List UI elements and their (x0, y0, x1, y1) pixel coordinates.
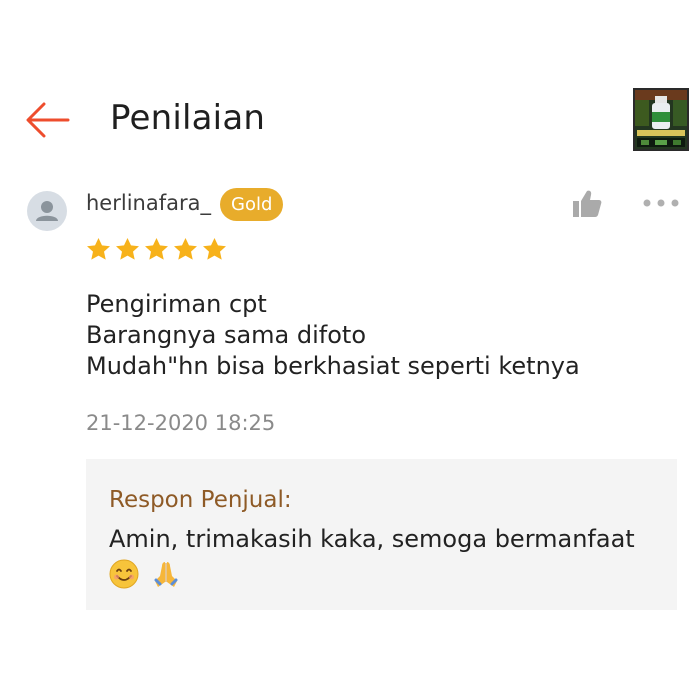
seller-reply: Respon Penjual: Amin, trimakasih kaka, s… (86, 459, 677, 610)
folded-hands-icon (154, 562, 178, 587)
product-image (635, 90, 687, 149)
review-detail-page: Penilaian herlinafara_ Gold Pengiriman c… (0, 0, 700, 700)
top-bar: Penilaian (0, 80, 700, 160)
star-icon (203, 238, 226, 260)
star-icon (116, 238, 139, 260)
review-line: Pengiriman cpt (86, 290, 267, 318)
avatar[interactable] (27, 191, 67, 231)
review-line: Mudah"hn bisa berkhasiat seperti ketnya (86, 352, 580, 380)
rating-stars (85, 236, 228, 264)
back-button[interactable] (24, 98, 72, 142)
star-icon (174, 238, 197, 260)
more-dots-icon (643, 199, 679, 207)
seller-reply-label: Respon Penjual: (109, 487, 292, 513)
seller-reply-text: Amin, trimakasih kaka, semoga bermanfaat (109, 523, 669, 591)
arrow-left-icon (26, 102, 70, 138)
reviewer-name[interactable]: herlinafara_ (86, 191, 211, 215)
review-timestamp: 21-12-2020 18:25 (86, 411, 276, 435)
seller-reply-message: Amin, trimakasih kaka, semoga bermanfaat (109, 525, 635, 553)
reply-emojis (109, 557, 669, 591)
star-icon (87, 238, 110, 260)
more-options-button[interactable] (642, 195, 680, 211)
product-thumbnail[interactable] (633, 88, 689, 151)
status-badge: Gold (220, 188, 284, 221)
user-icon (36, 201, 58, 221)
smiling-face-icon (109, 559, 139, 589)
page-title: Penilaian (110, 98, 266, 138)
like-button[interactable] (571, 189, 603, 219)
review-line: Barangnya sama difoto (86, 321, 366, 349)
review-text: Pengiriman cpt Barangnya sama difoto Mud… (86, 289, 676, 382)
star-icon (145, 238, 168, 260)
thumbs-up-icon (573, 190, 602, 217)
